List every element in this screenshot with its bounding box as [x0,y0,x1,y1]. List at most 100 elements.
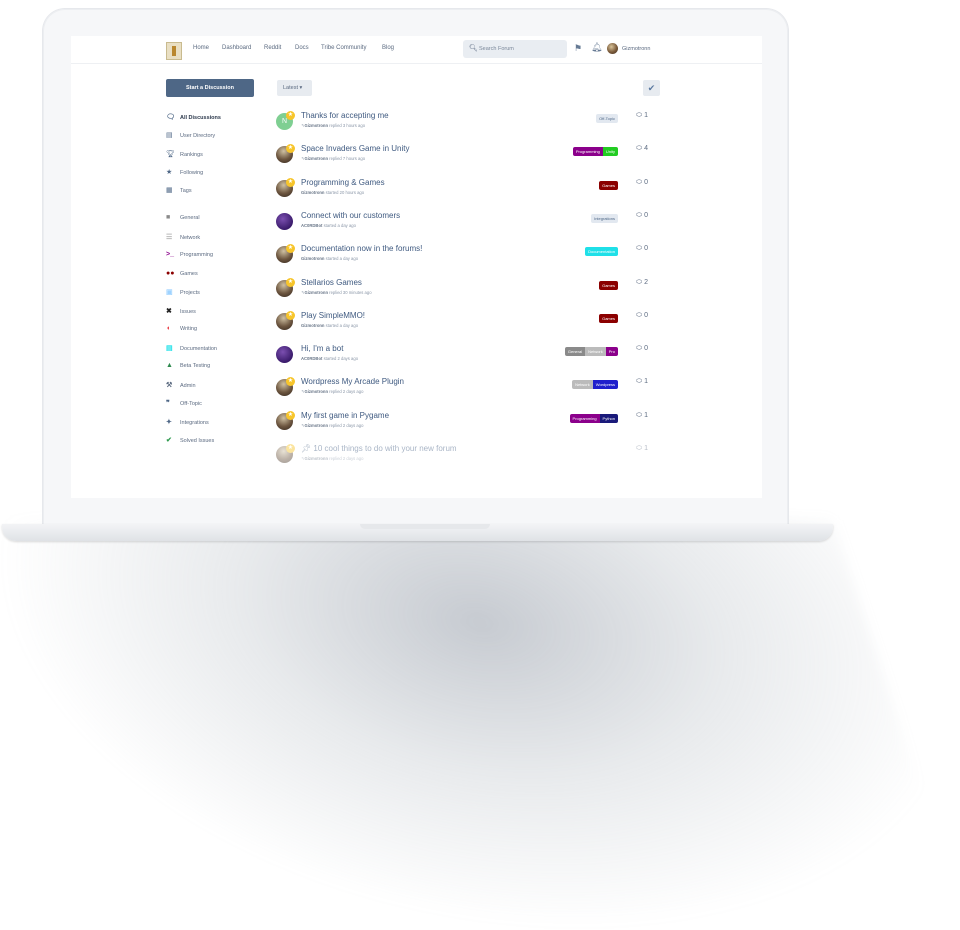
sidebar-link[interactable]: ★ Following [166,168,203,178]
tag-label[interactable]: Network [585,347,606,357]
discussion-item[interactable]: Connect with our customers AC0RDBot start… [276,211,648,239]
meta-user[interactable]: AC0RDBot [301,223,322,228]
nav-tribe-community[interactable]: Tribe Community [321,45,366,51]
tag-label[interactable]: Integrations [591,213,618,223]
start-discussion-button[interactable]: Start a Discussion [166,79,254,97]
meta-user[interactable]: Gizmotronn [305,423,329,428]
discussion-title[interactable]: Hi, I'm a bot [301,344,343,353]
integration-icon: ✦ [166,418,172,426]
discussion-title[interactable]: Connect with our customers [301,211,400,220]
discussion-title[interactable]: Space Invaders Game in Unity [301,144,410,153]
meta-user[interactable]: Gizmotronn [305,123,329,128]
sort-dropdown[interactable]: Latest ▾ [277,80,312,96]
search-input[interactable]: 🔍︎ Search Forum [463,40,567,58]
tag-label[interactable]: Programming [569,413,600,423]
sidebar-tag[interactable]: ▲ Beta Testing [166,362,210,372]
tag-label[interactable]: Unity [602,147,618,157]
discussion-item[interactable]: ★ Stellarios Games ↰Gizmotronn replied 30 … [276,277,648,306]
sidebar-tag[interactable]: ◖ Writing [166,325,197,335]
meta-user[interactable]: AC0RDBot [301,356,322,361]
author-avatar[interactable] [276,212,293,230]
tag-label[interactable]: Games [599,313,618,323]
sidebar-tag[interactable]: ■ General [166,214,200,224]
sidebar-tag[interactable]: ⚒ Admin [166,381,196,391]
discussion-title[interactable]: Thanks for accepting me [301,111,389,120]
discussion-item[interactable]: N ★ Thanks for accepting me ↰Gizmotronn rep… [276,111,648,139]
sidebar-tag-label: Admin [180,382,196,389]
forum-logo[interactable] [166,42,182,60]
tag-label[interactable]: Python [599,413,618,423]
tag-label[interactable]: Documentation [585,247,618,257]
nav-docs[interactable]: Docs [295,45,309,51]
nav-home[interactable]: Home [193,45,209,51]
meta-user[interactable]: Gizmotronn [305,156,329,161]
sidebar-tag[interactable]: ▤ Documentation [166,344,217,354]
sidebar-tag[interactable]: ☰ Network [166,233,200,243]
meta-user[interactable]: Gizmotronn [301,323,325,328]
bell-icon[interactable]: 🔔︎ [591,42,602,53]
reply-count-value: 1 [644,411,648,419]
discussion-title-text: Play SimpleMMO! [301,310,366,320]
tag-group: Integrations [591,213,618,223]
discussion-title[interactable]: Wordpress My Arcade Plugin [301,377,404,386]
badge-star-icon: ★ [286,277,295,287]
discussion-item[interactable]: ★ Space Invaders Game in Unity ↰Gizmotronn… [276,144,648,172]
nav-reddit[interactable]: Reddit [264,45,281,51]
discussion-title-text: Documentation now in the forums! [301,244,423,254]
tag-group: General Network Pro [564,347,618,357]
user-avatar[interactable] [607,43,618,54]
discussion-title[interactable]: Programming & Games [301,178,385,187]
discussion-item[interactable]: Hi, I'm a bot AC0RDBot started 2 days ago… [276,344,648,372]
tag-label[interactable]: Games [599,180,618,190]
reply-count: ⬭ 0 [636,212,648,220]
mark-all-read-button[interactable]: ✔ [643,80,660,96]
meta-user[interactable]: Gizmotronn [301,190,325,195]
discussion-item[interactable]: ★ My first game in Pygame ↰Gizmotronn repl… [276,410,648,439]
nav-dashboard[interactable]: Dashboard [222,45,251,51]
sidebar-tag[interactable]: ●● Games [166,270,198,280]
sidebar-tag[interactable]: ✦ Integrations [166,418,209,428]
discussion-item[interactable]: ★ Programming & Games Gizmotronn started 2… [276,177,648,206]
sidebar-link-label: Tags [180,188,192,194]
sidebar-tag[interactable]: ❞ Off-Topic [166,399,202,409]
discussion-item[interactable]: ★ Play SimpleMMO! Gizmotronn started a day… [276,310,648,339]
sidebar-tag[interactable]: ✔ Solved Issues [166,436,214,446]
sidebar-tag[interactable]: ▣ Projects [166,288,200,298]
discussion-item[interactable]: ★ 📌︎ 10 cool things to do with your new f… [276,444,648,472]
sidebar-link[interactable]: 🗨︎ All Discussions [166,113,221,123]
discussion-title[interactable]: Play SimpleMMO! [301,311,365,320]
meta-user[interactable]: Gizmotronn [305,290,329,295]
sidebar-link[interactable]: 🏆︎ Rankings [166,150,203,160]
reply-count: ⬭ 4 [636,145,648,153]
flag-icon[interactable]: ⚑ [574,43,582,54]
discussion-title[interactable]: Stellarios Games [301,278,362,287]
author-avatar[interactable] [276,346,293,364]
sidebar-tag[interactable]: >_ Programming [166,251,213,261]
tag-label[interactable]: General [564,347,586,357]
tag-label[interactable]: Pro [605,347,618,357]
tag-label[interactable]: Games [599,280,618,290]
tag-label[interactable]: Programming [572,147,603,157]
meta-user[interactable]: Gizmotronn [301,256,325,261]
discussion-title[interactable]: My first game in Pygame [301,411,389,420]
sidebar-link[interactable]: ▤ User Directory [166,131,215,141]
user-name[interactable]: Gizmotronn [622,46,650,52]
discussion-title[interactable]: Documentation now in the forums! [301,244,422,253]
sidebar-tag[interactable]: ✖ Issues [166,307,196,317]
sidebar-link[interactable]: ▦ Tags [166,186,192,196]
comment-icon: ⬭ [636,311,645,319]
tag-label[interactable]: Wordpress [592,380,618,390]
tag-label[interactable]: Network [572,380,593,390]
discussion-meta: ↰Gizmotronn replied 2 days ago [301,423,363,428]
discussion-item[interactable]: ★ Wordpress My Arcade Plugin ↰Gizmotronn r… [276,377,648,405]
discussion-title[interactable]: 📌︎ 10 cool things to do with your new fo… [301,444,457,453]
meta-time: replied 30 minutes ago [328,289,372,295]
meta-user[interactable]: Gizmotronn [305,456,329,461]
badge-star-icon: ★ [286,111,295,120]
sidebar-tag-label: Integrations [180,419,209,426]
tag-label[interactable]: Off-Topic [596,114,618,123]
comment-icon: ⬭ [636,445,645,452]
discussion-item[interactable]: ★ Documentation now in the forums! Gizmotr… [276,244,648,272]
nav-blog[interactable]: Blog [382,45,394,51]
meta-user[interactable]: Gizmotronn [305,389,329,394]
